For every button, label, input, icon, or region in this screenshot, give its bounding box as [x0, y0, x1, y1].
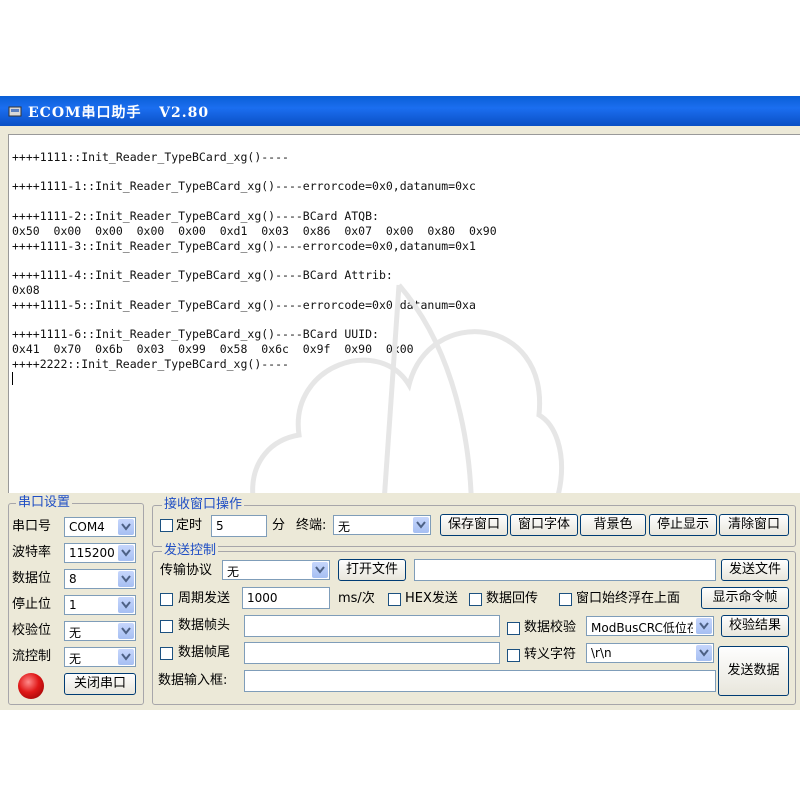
receive-line: ++++1111-2::Init_Reader_TypeBCard_xg()--…	[12, 208, 379, 223]
always-on-top-checkbox[interactable]	[559, 593, 572, 606]
status-led	[18, 673, 44, 699]
protocol-label: 传输协议	[160, 563, 213, 578]
title-bar[interactable]: ECOM串口助手 V2.80	[0, 96, 800, 126]
receive-line	[9, 194, 800, 209]
data-input-label: 数据输入框:	[158, 673, 228, 688]
chevron-down-icon[interactable]	[118, 649, 134, 665]
receive-area[interactable]: ++++1111::Init_Reader_TypeBCard_xg()----…	[8, 134, 800, 493]
echo-label: 数据回传	[486, 591, 539, 606]
always-on-top-label: 窗口始终浮在上面	[576, 591, 681, 606]
receive-line: 0x50 0x00 0x00 0x00 0x00 0xd1 0x03 0x86 …	[12, 223, 497, 238]
stopbits-select[interactable]: 1	[64, 595, 136, 615]
file-path-input[interactable]	[414, 559, 716, 581]
receive-line: ++++1111-1::Init_Reader_TypeBCard_xg()--…	[12, 179, 476, 194]
stop-display-button[interactable]: 停止显示	[649, 514, 717, 536]
frame-head-input[interactable]	[244, 615, 500, 637]
background-color-button[interactable]: 背景色	[580, 514, 646, 536]
frame-head-label: 数据帧头	[178, 618, 231, 633]
send-control-legend: 发送控制	[162, 543, 219, 558]
frame-tail-input[interactable]	[244, 642, 500, 664]
checksum-result-button[interactable]: 校验结果	[721, 615, 789, 637]
frame-tail-checkbox[interactable]	[160, 647, 173, 660]
terminal-label: 终端:	[296, 518, 327, 533]
close-port-button[interactable]: 关闭串口	[64, 673, 136, 695]
send-data-button[interactable]: 发送数据	[718, 646, 789, 696]
timer-unit: 分	[272, 518, 286, 533]
port-label: 串口号	[12, 519, 52, 534]
chevron-down-icon[interactable]	[118, 597, 134, 613]
window-title: ECOM串口助手 V2.80	[28, 105, 210, 121]
data-input[interactable]	[244, 670, 716, 692]
timer-label: 定时	[176, 518, 203, 533]
chevron-down-icon[interactable]	[118, 545, 134, 561]
send-file-button[interactable]: 发送文件	[721, 559, 789, 581]
checksum-label: 数据校验	[524, 620, 577, 635]
stopbits-label: 停止位	[12, 597, 52, 612]
baud-label: 波特率	[12, 545, 52, 560]
frame-tail-label: 数据帧尾	[178, 645, 231, 660]
period-input[interactable]: 1000	[242, 587, 330, 609]
terminal-select[interactable]: 无	[333, 515, 431, 535]
frame-head-checkbox[interactable]	[160, 620, 173, 633]
periodic-send-checkbox[interactable]	[160, 593, 173, 606]
timer-input[interactable]: 5	[211, 515, 267, 537]
parity-select[interactable]: 无	[64, 621, 136, 641]
escape-select[interactable]: \r\n	[586, 643, 714, 663]
checksum-select[interactable]: ModBusCRC低位在前	[586, 616, 714, 636]
escape-checkbox[interactable]	[507, 649, 520, 662]
protocol-select[interactable]: 无	[222, 560, 330, 580]
parity-label: 校验位	[12, 623, 52, 638]
period-unit: ms/次	[338, 591, 375, 606]
window-font-button[interactable]: 窗口字体	[510, 514, 578, 536]
hex-send-checkbox[interactable]	[388, 593, 401, 606]
receive-line: ++++1111::Init_Reader_TypeBCard_xg()----	[12, 149, 289, 164]
flow-select[interactable]: 无	[64, 647, 136, 667]
clear-window-button[interactable]: 清除窗口	[719, 514, 789, 536]
show-command-frame-button[interactable]: 显示命令帧	[701, 587, 789, 609]
periodic-send-label: 周期发送	[178, 591, 231, 606]
chevron-down-icon[interactable]	[118, 623, 134, 639]
watermark-logo	[250, 283, 565, 493]
databits-select[interactable]: 8	[64, 569, 136, 589]
flow-label: 流控制	[12, 649, 52, 664]
app-window: ECOM串口助手 V2.80 ++++1111::Init_Reader_Typ…	[0, 96, 800, 710]
escape-label: 转义字符	[524, 647, 577, 662]
open-file-button[interactable]: 打开文件	[338, 559, 406, 581]
hex-send-label: HEX发送	[405, 591, 458, 606]
chevron-down-icon[interactable]	[312, 562, 328, 578]
save-window-button[interactable]: 保存窗口	[440, 514, 508, 536]
app-icon	[8, 106, 22, 117]
checksum-checkbox[interactable]	[507, 622, 520, 635]
chevron-down-icon[interactable]	[118, 519, 134, 535]
receive-ops-legend: 接收窗口操作	[162, 497, 245, 512]
timer-checkbox[interactable]	[160, 519, 173, 532]
chevron-down-icon[interactable]	[118, 571, 134, 587]
serial-settings-legend: 串口设置	[16, 495, 73, 510]
databits-label: 数据位	[12, 571, 52, 586]
port-select[interactable]: COM4	[64, 517, 136, 537]
receive-line	[9, 135, 800, 150]
echo-checkbox[interactable]	[469, 593, 482, 606]
chevron-down-icon[interactable]	[413, 517, 429, 533]
baud-select[interactable]: 115200	[64, 543, 136, 563]
chevron-down-icon[interactable]	[696, 618, 712, 634]
receive-line	[9, 165, 800, 180]
chevron-down-icon[interactable]	[696, 645, 712, 661]
